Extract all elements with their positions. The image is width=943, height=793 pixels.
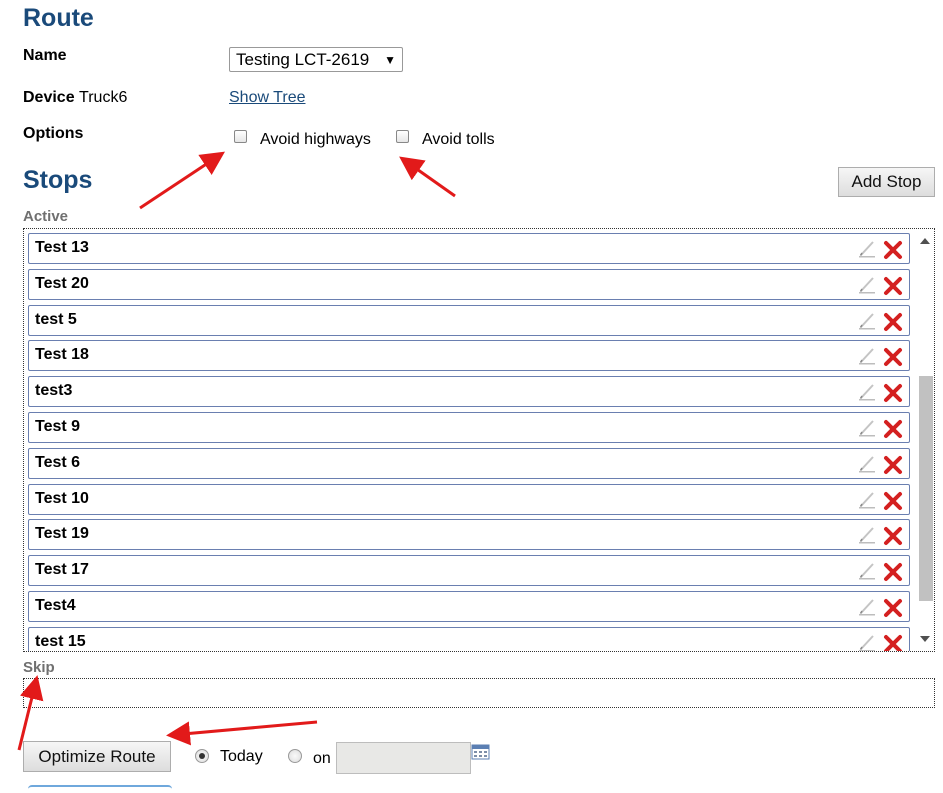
avoid-highways-checkbox[interactable] [234, 130, 247, 143]
delete-x-icon[interactable] [882, 561, 904, 583]
delete-x-icon[interactable] [882, 597, 904, 619]
date-input[interactable] [336, 742, 471, 774]
today-label: Today [220, 748, 263, 765]
avoid-tolls-checkbox[interactable] [396, 130, 409, 143]
stop-item[interactable]: Test 17 [28, 555, 910, 587]
delete-x-icon[interactable] [882, 454, 904, 476]
arrow-to-avoid-tolls [399, 156, 456, 198]
stop-list: Test 13 Test 20 test 5 Test 18 test3 Test 9 Te… [28, 233, 910, 652]
delete-x-icon[interactable] [882, 382, 904, 404]
edit-pencil-icon[interactable] [857, 239, 877, 259]
today-radio[interactable] [195, 749, 209, 763]
avoid-tolls-label: Avoid tolls [422, 131, 495, 148]
skip-label: Skip [23, 659, 55, 676]
name-label: Name [23, 47, 67, 64]
scroll-up-icon[interactable] [920, 238, 930, 244]
edit-pencil-icon[interactable] [857, 311, 877, 331]
delete-x-icon[interactable] [882, 525, 904, 547]
stop-item[interactable]: Test 9 [28, 411, 910, 443]
stop-name: Test 17 [35, 561, 89, 579]
stop-item[interactable]: Test 18 [28, 340, 910, 372]
calendar-icon[interactable] [471, 743, 491, 761]
stop-item[interactable]: Test 10 [28, 483, 910, 515]
on-label: on [313, 750, 331, 767]
partial-button-edge [28, 785, 172, 793]
options-label: Options [23, 125, 84, 142]
stop-name: Test 20 [35, 274, 89, 292]
device-label: Device [23, 89, 75, 106]
delete-x-icon[interactable] [882, 633, 904, 652]
stop-name: Test 10 [35, 489, 89, 507]
arrow-to-avoid-highways [139, 151, 226, 210]
device-value: Truck6 [79, 89, 128, 106]
stop-item[interactable]: Test 6 [28, 447, 910, 479]
stop-item[interactable]: Test4 [28, 590, 910, 622]
stop-name: test 5 [35, 310, 77, 328]
stop-name: test 15 [35, 632, 86, 650]
delete-x-icon[interactable] [882, 490, 904, 512]
scrollbar[interactable] [916, 231, 933, 649]
stop-item[interactable]: test 5 [28, 304, 910, 336]
stop-name: Test 6 [35, 453, 81, 471]
edit-pencil-icon[interactable] [857, 382, 877, 402]
delete-x-icon[interactable] [882, 346, 904, 368]
dropdown-arrow-icon: ▼ [384, 52, 396, 67]
route-name-select[interactable]: Testing LCT-2619 ▼ [229, 47, 403, 72]
edit-pencil-icon[interactable] [857, 561, 877, 581]
edit-pencil-icon[interactable] [857, 525, 877, 545]
edit-pencil-icon[interactable] [857, 275, 877, 295]
edit-pencil-icon[interactable] [857, 490, 877, 510]
on-date-radio[interactable] [288, 749, 302, 763]
avoid-highways-label: Avoid highways [260, 131, 371, 148]
edit-pencil-icon[interactable] [857, 418, 877, 438]
delete-x-icon[interactable] [882, 418, 904, 440]
stop-name: Test4 [35, 596, 76, 614]
route-heading: Route [23, 4, 94, 32]
stop-name: Test 9 [35, 417, 81, 435]
delete-x-icon[interactable] [882, 275, 904, 297]
edit-pencil-icon[interactable] [857, 633, 877, 652]
add-stop-button[interactable]: Add Stop [838, 167, 935, 197]
stop-item[interactable]: Test 13 [28, 233, 910, 264]
delete-x-icon[interactable] [882, 239, 904, 261]
device-row: Device Truck6 [23, 89, 127, 107]
show-tree-link[interactable]: Show Tree [229, 89, 305, 107]
stop-item[interactable]: test3 [28, 376, 910, 408]
arrow-to-optimize [166, 720, 318, 746]
stop-name: Test 13 [35, 239, 89, 256]
active-stops-list[interactable]: Test 13 Test 20 test 5 Test 18 test3 Test 9 Te… [23, 228, 935, 652]
optimize-route-button[interactable]: Optimize Route [23, 741, 171, 772]
edit-pencil-icon[interactable] [857, 346, 877, 366]
stops-heading: Stops [23, 166, 93, 194]
edit-pencil-icon[interactable] [857, 454, 877, 474]
scrollbar-thumb[interactable] [919, 376, 933, 601]
stop-item[interactable]: Test 20 [28, 268, 910, 300]
delete-x-icon[interactable] [882, 311, 904, 333]
route-name-value: Testing LCT-2619 [236, 49, 370, 69]
edit-pencil-icon[interactable] [857, 597, 877, 617]
active-label: Active [23, 208, 69, 225]
stop-name: Test 19 [35, 525, 89, 543]
scroll-down-icon[interactable] [920, 636, 930, 642]
stop-name: Test 18 [35, 346, 89, 364]
skip-stops-list[interactable] [23, 678, 935, 708]
stop-item[interactable]: Test 19 [28, 519, 910, 551]
stop-name: test3 [35, 382, 73, 400]
stop-item[interactable]: test 15 [28, 626, 910, 652]
